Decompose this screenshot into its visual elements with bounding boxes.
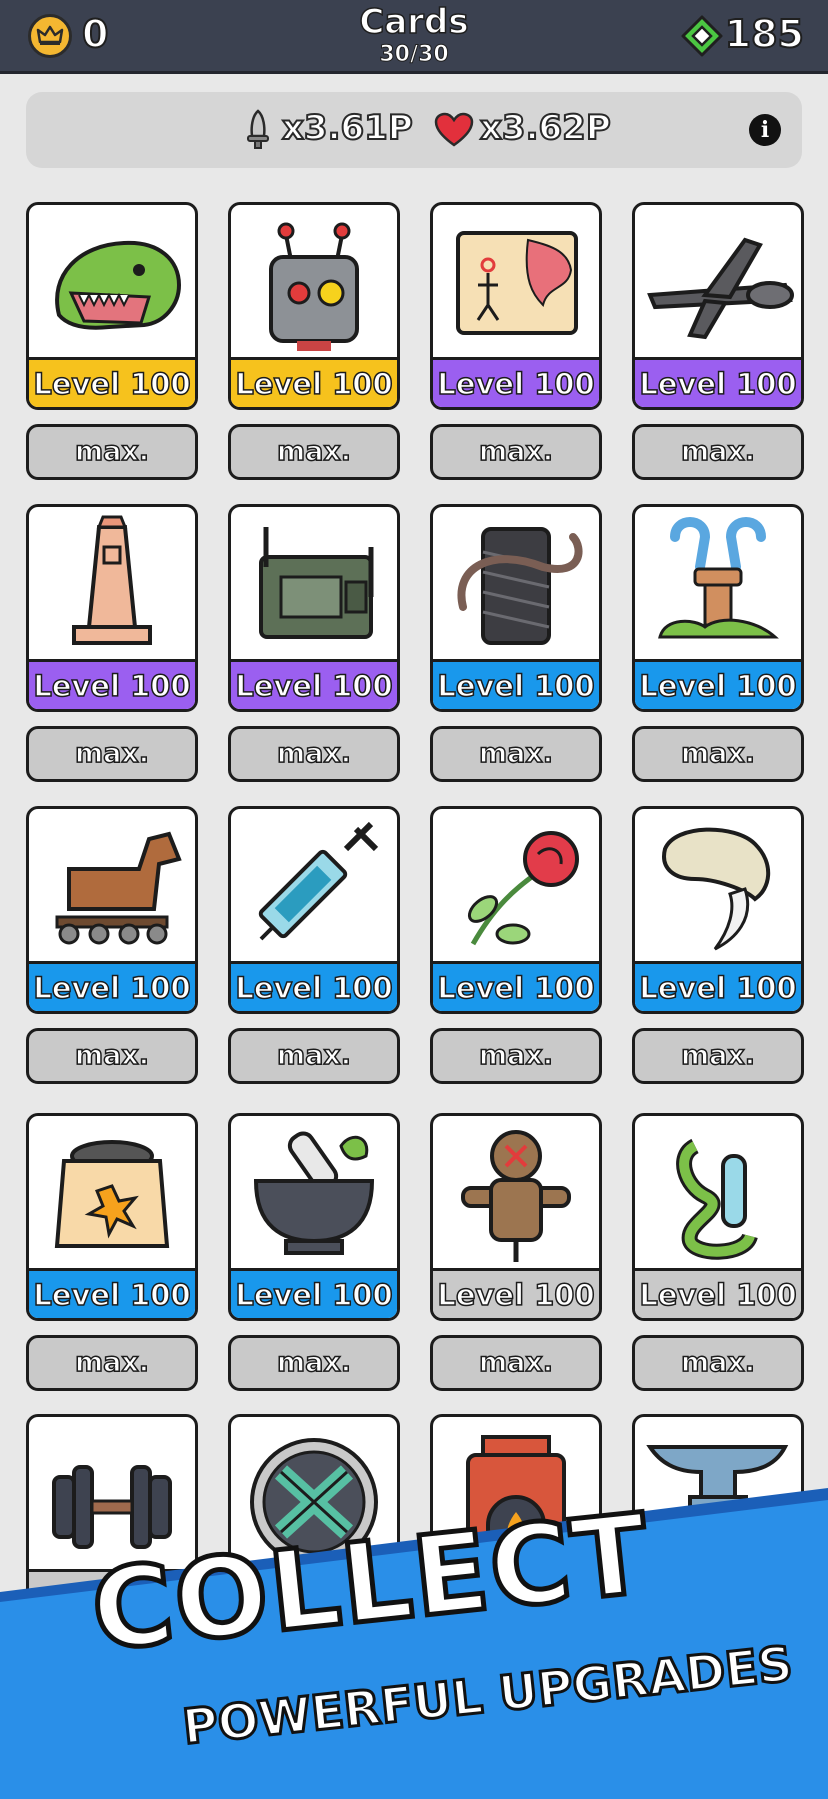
card-tile[interactable]: Level 100 bbox=[430, 202, 602, 410]
card-tile[interactable]: Level 100 bbox=[228, 806, 400, 1014]
furnace-icon bbox=[466, 1435, 566, 1567]
health-multiplier: x3.62P bbox=[479, 107, 612, 149]
max-button[interactable]: max. bbox=[228, 1028, 400, 1084]
sword-icon bbox=[247, 109, 269, 149]
heart-icon bbox=[434, 112, 474, 147]
fang-icon bbox=[662, 827, 771, 951]
card-level: Level 100 bbox=[29, 357, 195, 407]
max-button[interactable]: max. bbox=[26, 1335, 198, 1391]
gem-icon bbox=[681, 15, 723, 57]
dumbbell-icon bbox=[52, 1465, 172, 1549]
card-level: Level 100 bbox=[231, 1268, 397, 1318]
radio-icon bbox=[259, 527, 374, 639]
card-level: Level 100 bbox=[635, 1268, 801, 1318]
dinosaur-head-icon bbox=[55, 240, 182, 330]
banner-subline: POWERFUL UPGRADES bbox=[178, 1634, 796, 1757]
card-level bbox=[231, 1569, 397, 1619]
multiplier-bar bbox=[26, 92, 802, 168]
card-level: Level 100 bbox=[29, 1268, 195, 1318]
treasure-map-icon bbox=[456, 231, 578, 335]
anvil-icon bbox=[646, 1445, 789, 1549]
drone-icon bbox=[647, 237, 794, 340]
card-tile[interactable]: Level 100 bbox=[632, 504, 804, 712]
card-level: Level 100 bbox=[433, 961, 599, 1011]
trojan-horse-icon bbox=[55, 831, 182, 945]
card-tile[interactable]: Level 100 bbox=[26, 1113, 198, 1321]
card-tile[interactable]: Level 100 bbox=[632, 1113, 804, 1321]
max-button[interactable]: max. bbox=[26, 726, 198, 782]
max-button[interactable]: max. bbox=[632, 726, 804, 782]
max-button[interactable]: max. bbox=[228, 424, 400, 480]
thread-spool-icon bbox=[457, 527, 583, 645]
max-button[interactable]: max. bbox=[26, 1028, 198, 1084]
card-tile[interactable]: Level 100 bbox=[632, 202, 804, 410]
card-level: Level 100 bbox=[231, 357, 397, 407]
card-level: Level 100 bbox=[635, 659, 801, 709]
card-tile[interactable]: Level 100 bbox=[430, 504, 602, 712]
rose-icon bbox=[467, 831, 579, 946]
card-level: Level 100 bbox=[433, 1268, 599, 1318]
card-level bbox=[635, 1569, 801, 1619]
card-tile[interactable] bbox=[632, 1414, 804, 1622]
card-level: Level 100 bbox=[231, 961, 397, 1011]
max-button[interactable]: max. bbox=[632, 424, 804, 480]
gunpowder-sack-icon bbox=[54, 1140, 170, 1248]
card-tile[interactable] bbox=[430, 1414, 602, 1622]
max-button[interactable]: max. bbox=[430, 726, 602, 782]
fountain-icon bbox=[658, 517, 779, 639]
card-level bbox=[433, 1569, 599, 1619]
snake-potion-icon bbox=[676, 1138, 758, 1260]
max-button[interactable]: max. bbox=[430, 1028, 602, 1084]
max-button[interactable]: max. bbox=[228, 726, 400, 782]
voodoo-doll-icon bbox=[461, 1130, 571, 1262]
card-tile[interactable] bbox=[26, 1414, 198, 1622]
max-button[interactable]: max. bbox=[430, 1335, 602, 1391]
max-button[interactable]: max. bbox=[26, 424, 198, 480]
mortar-pestle-icon bbox=[253, 1131, 375, 1255]
card-tile[interactable]: Level 100 bbox=[26, 202, 198, 410]
card-level: Level 100 bbox=[635, 357, 801, 407]
max-button[interactable]: max. bbox=[228, 1335, 400, 1391]
card-level: Level 100 bbox=[231, 659, 397, 709]
card-level: Level 100 bbox=[433, 659, 599, 709]
obelisk-icon bbox=[72, 515, 152, 645]
card-tile[interactable]: Level 100 bbox=[430, 806, 602, 1014]
card-tile[interactable]: Level 100 bbox=[26, 504, 198, 712]
card-tile[interactable] bbox=[228, 1414, 400, 1622]
card-tile[interactable]: Level 100 bbox=[26, 806, 198, 1014]
card-tile[interactable]: Level 100 bbox=[632, 806, 804, 1014]
card-level: Level 100 bbox=[635, 961, 801, 1011]
celtic-knot-icon bbox=[250, 1438, 378, 1566]
card-level bbox=[29, 1569, 195, 1619]
syringe-icon bbox=[258, 821, 379, 941]
card-tile[interactable]: Level 100 bbox=[228, 202, 400, 410]
card-level: Level 100 bbox=[433, 357, 599, 407]
robot-icon bbox=[269, 222, 359, 351]
attack-multiplier: x3.61P bbox=[281, 107, 414, 149]
max-button[interactable]: max. bbox=[430, 424, 602, 480]
max-button[interactable]: max. bbox=[632, 1335, 804, 1391]
card-tile[interactable]: Level 100 bbox=[228, 504, 400, 712]
info-icon[interactable]: i bbox=[749, 114, 781, 146]
card-tile[interactable]: Level 100 bbox=[228, 1113, 400, 1321]
top-bar: 0 Cards 30/30 185 bbox=[0, 0, 828, 74]
max-button[interactable]: max. bbox=[632, 1028, 804, 1084]
card-level: Level 100 bbox=[29, 961, 195, 1011]
card-tile[interactable]: Level 100 bbox=[430, 1113, 602, 1321]
gem-count: 185 bbox=[724, 11, 805, 57]
card-level: Level 100 bbox=[29, 659, 195, 709]
